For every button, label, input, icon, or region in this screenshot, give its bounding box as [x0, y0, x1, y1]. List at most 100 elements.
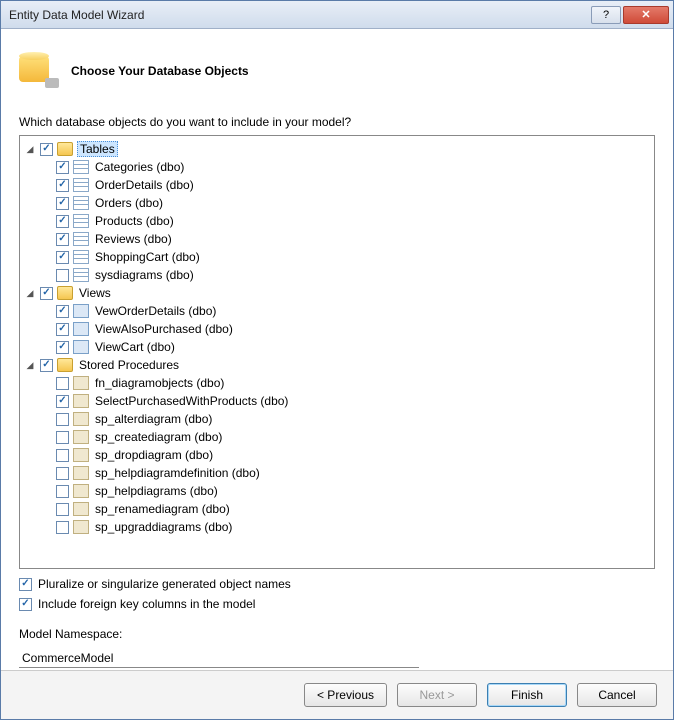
node-label: sp_helpdiagramdefinition (dbo) — [93, 466, 262, 480]
option-fk[interactable]: Include foreign key columns in the model — [19, 597, 655, 611]
tree-node-proc-7[interactable]: sp_renamediagram (dbo) — [24, 500, 650, 518]
tree-node-views[interactable]: ◢ Views — [24, 284, 650, 302]
option-pluralize[interactable]: Pluralize or singularize generated objec… — [19, 577, 655, 591]
tree-node-view-0[interactable]: VewOrderDetails (dbo) — [24, 302, 650, 320]
node-label: Tables — [77, 141, 118, 157]
titlebar: Entity Data Model Wizard ? ✕ — [1, 1, 673, 29]
checkbox[interactable] — [56, 413, 69, 426]
tree-node-table-4[interactable]: Reviews (dbo) — [24, 230, 650, 248]
prompt-text: Which database objects do you want to in… — [19, 115, 655, 129]
checkbox[interactable] — [40, 287, 53, 300]
tree-node-view-1[interactable]: ViewAlsoPurchased (dbo) — [24, 320, 650, 338]
node-label: sp_dropdiagram (dbo) — [93, 448, 215, 462]
checkbox[interactable] — [56, 521, 69, 534]
node-label: Categories (dbo) — [93, 160, 186, 174]
checkbox[interactable] — [56, 503, 69, 516]
checkbox[interactable] — [56, 269, 69, 282]
tree-node-tables[interactable]: ◢ Tables — [24, 140, 650, 158]
option-pluralize-label: Pluralize or singularize generated objec… — [38, 577, 291, 591]
tree-node-view-2[interactable]: ViewCart (dbo) — [24, 338, 650, 356]
checkbox[interactable] — [56, 179, 69, 192]
finish-button[interactable]: Finish — [487, 683, 567, 707]
tree-node-proc-0[interactable]: fn_diagramobjects (dbo) — [24, 374, 650, 392]
tree-node-table-1[interactable]: OrderDetails (dbo) — [24, 176, 650, 194]
node-label: ShoppingCart (dbo) — [93, 250, 202, 264]
tree-node-proc-5[interactable]: sp_helpdiagramdefinition (dbo) — [24, 464, 650, 482]
close-button[interactable]: ✕ — [623, 6, 669, 24]
tree-node-table-0[interactable]: Categories (dbo) — [24, 158, 650, 176]
tree-node-proc-6[interactable]: sp_helpdiagrams (dbo) — [24, 482, 650, 500]
namespace-label: Model Namespace: — [19, 627, 655, 641]
node-label: Products (dbo) — [93, 214, 176, 228]
next-button[interactable]: Next > — [397, 683, 477, 707]
expander-icon[interactable]: ◢ — [24, 359, 36, 371]
checkbox[interactable] — [56, 305, 69, 318]
folder-icon — [57, 286, 73, 300]
option-fk-label: Include foreign key columns in the model — [38, 597, 255, 611]
tree-node-proc-4[interactable]: sp_dropdiagram (dbo) — [24, 446, 650, 464]
tree-node-proc-1[interactable]: SelectPurchasedWithProducts (dbo) — [24, 392, 650, 410]
checkbox-pluralize[interactable] — [19, 578, 32, 591]
checkbox[interactable] — [56, 467, 69, 480]
node-label: Reviews (dbo) — [93, 232, 174, 246]
tree-node-table-5[interactable]: ShoppingCart (dbo) — [24, 248, 650, 266]
namespace-input[interactable] — [19, 649, 419, 668]
checkbox[interactable] — [56, 323, 69, 336]
tree-node-table-2[interactable]: Orders (dbo) — [24, 194, 650, 212]
checkbox[interactable] — [56, 197, 69, 210]
node-label: sp_renamediagram (dbo) — [93, 502, 232, 516]
node-label: Stored Procedures — [77, 358, 181, 372]
expander-icon[interactable]: ◢ — [24, 287, 36, 299]
checkbox[interactable] — [56, 161, 69, 174]
proc-icon — [73, 430, 89, 444]
help-button[interactable]: ? — [591, 6, 621, 24]
wizard-header: Choose Your Database Objects — [1, 29, 673, 107]
proc-icon — [73, 448, 89, 462]
view-icon — [73, 340, 89, 354]
proc-icon — [73, 484, 89, 498]
checkbox[interactable] — [40, 359, 53, 372]
object-tree[interactable]: ◢ Tables Categories (dbo) OrderDetails (dbo… — [19, 135, 655, 569]
tree-node-proc-3[interactable]: sp_creatediagram (dbo) — [24, 428, 650, 446]
proc-icon — [73, 394, 89, 408]
database-icon — [19, 54, 55, 88]
previous-button[interactable]: < Previous — [304, 683, 387, 707]
checkbox-fk[interactable] — [19, 598, 32, 611]
tree-node-proc-2[interactable]: sp_alterdiagram (dbo) — [24, 410, 650, 428]
node-label: SelectPurchasedWithProducts (dbo) — [93, 394, 290, 408]
view-icon — [73, 304, 89, 318]
cancel-button[interactable]: Cancel — [577, 683, 657, 707]
expander-icon[interactable]: ◢ — [24, 143, 36, 155]
checkbox[interactable] — [56, 449, 69, 462]
proc-icon — [73, 520, 89, 534]
tree-node-table-3[interactable]: Products (dbo) — [24, 212, 650, 230]
checkbox[interactable] — [56, 233, 69, 246]
table-icon — [73, 178, 89, 192]
tree-node-table-6[interactable]: sysdiagrams (dbo) — [24, 266, 650, 284]
table-icon — [73, 196, 89, 210]
checkbox[interactable] — [56, 251, 69, 264]
node-label: ViewAlsoPurchased (dbo) — [93, 322, 235, 336]
checkbox[interactable] — [56, 485, 69, 498]
page-title: Choose Your Database Objects — [71, 64, 249, 78]
node-label: Views — [77, 286, 113, 300]
table-icon — [73, 232, 89, 246]
proc-icon — [73, 466, 89, 480]
table-icon — [73, 160, 89, 174]
folder-icon — [57, 142, 73, 156]
checkbox[interactable] — [56, 215, 69, 228]
checkbox[interactable] — [56, 341, 69, 354]
table-icon — [73, 268, 89, 282]
checkbox[interactable] — [56, 395, 69, 408]
checkbox[interactable] — [56, 431, 69, 444]
view-icon — [73, 322, 89, 336]
checkbox[interactable] — [56, 377, 69, 390]
tree-node-procs[interactable]: ◢ Stored Procedures — [24, 356, 650, 374]
tree-node-proc-8[interactable]: sp_upgraddiagrams (dbo) — [24, 518, 650, 536]
checkbox[interactable] — [40, 143, 53, 156]
node-label: Orders (dbo) — [93, 196, 165, 210]
node-label: sp_upgraddiagrams (dbo) — [93, 520, 234, 534]
node-label: sp_helpdiagrams (dbo) — [93, 484, 220, 498]
folder-icon — [57, 358, 73, 372]
node-label: sp_creatediagram (dbo) — [93, 430, 224, 444]
